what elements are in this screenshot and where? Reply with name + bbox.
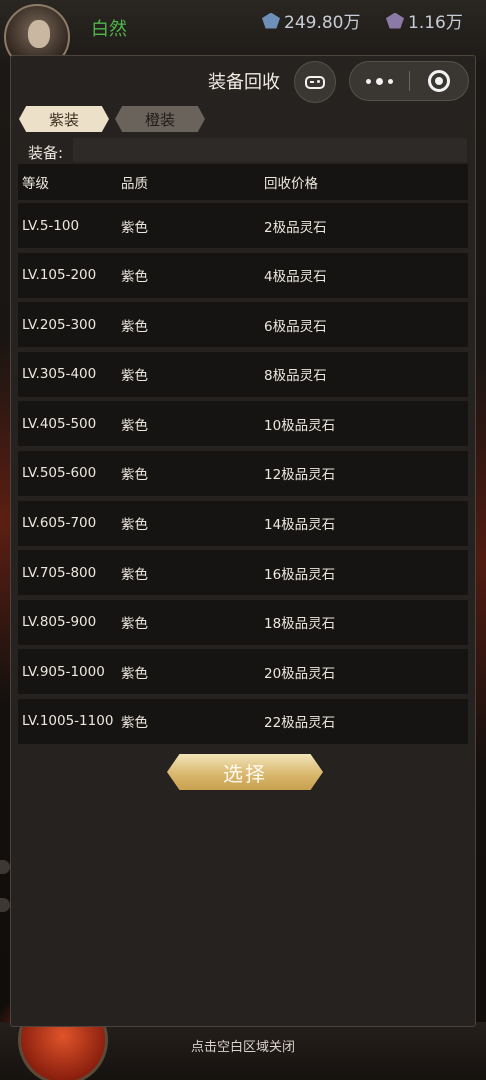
level-cell: LV.305-400: [22, 366, 97, 383]
table-row: LV.1005-1100 紫色 22极品灵石: [18, 698, 468, 744]
quality-cell: 紫色: [121, 219, 148, 236]
table-row: LV.305-400 紫色 8极品灵石: [18, 351, 468, 397]
purple-gem-icon: [386, 12, 404, 29]
column-header-price: 回收价格: [264, 176, 318, 192]
avatar-face: [28, 20, 50, 48]
price-cell: 6极品灵石: [264, 318, 327, 335]
quality-cell: 紫色: [121, 566, 148, 583]
column-header-level: 等级: [22, 176, 49, 192]
table-row: LV.805-900 紫色 18极品灵石: [18, 599, 468, 645]
level-cell: LV.105-200: [22, 267, 97, 284]
equipment-recycle-panel: 装备回收 紫装 橙装 装备: 等级 品质 回收价格 LV.5-100 紫色 2极品灵…: [10, 55, 476, 1027]
table-row: LV.405-500 紫色 10极品灵石: [18, 401, 468, 447]
quality-cell: 紫色: [121, 715, 148, 732]
quality-cell: 紫色: [121, 616, 148, 633]
tab-orange-equipment[interactable]: 橙装: [115, 106, 205, 132]
price-cell: 2极品灵石: [264, 219, 327, 236]
select-button[interactable]: 选择: [167, 754, 323, 790]
level-cell: LV.705-800: [22, 564, 97, 581]
gamepad-icon: [305, 75, 325, 89]
game-center-button[interactable]: [294, 61, 336, 103]
quality-cell: 紫色: [121, 318, 148, 335]
resource-value: 1.16万: [408, 13, 463, 33]
level-cell: LV.205-300: [22, 316, 97, 333]
blue-gem-icon: [262, 12, 280, 29]
quality-cell: 紫色: [121, 368, 148, 385]
tab-purple-equipment[interactable]: 紫装: [19, 106, 109, 132]
target-close-icon: [427, 70, 450, 92]
level-cell: LV.905-1000: [22, 663, 105, 680]
resource-blue-gem: 249.80万: [262, 8, 360, 33]
level-cell: LV.405-500: [22, 415, 97, 432]
quality-cell: 紫色: [121, 665, 148, 682]
price-cell: 4极品灵石: [264, 269, 327, 286]
table-row: LV.205-300 紫色 6极品灵石: [18, 302, 468, 348]
table-row: LV.605-700 紫色 14极品灵石: [18, 500, 468, 546]
table-row: LV.705-800 紫色 16极品灵石: [18, 550, 468, 596]
price-cell: 8极品灵石: [264, 368, 327, 385]
miniprogram-capsule: [349, 61, 469, 101]
quality-cell: 紫色: [121, 517, 148, 534]
price-cell: 18极品灵石: [264, 616, 336, 633]
table-row: LV.905-1000 紫色 20极品灵石: [18, 649, 468, 695]
dot-icon: [376, 77, 383, 85]
resource-value: 249.80万: [284, 13, 361, 33]
table-header: 等级 品质 回收价格: [18, 164, 468, 200]
dot-icon: [366, 78, 371, 84]
price-cell: 20极品灵石: [264, 665, 336, 682]
level-cell: LV.1005-1100: [22, 713, 114, 730]
level-cell: LV.5-100: [22, 217, 80, 234]
price-cell: 16极品灵石: [264, 566, 336, 583]
equipment-label: 装备:: [28, 144, 64, 162]
quality-cell: 紫色: [121, 417, 148, 434]
more-menu-button[interactable]: [350, 62, 409, 100]
table-row: LV.5-100 紫色 2极品灵石: [18, 203, 468, 248]
exit-miniprogram-button[interactable]: [410, 62, 468, 100]
price-cell: 22极品灵石: [264, 715, 336, 732]
resource-purple-gem: 1.16万: [386, 8, 463, 33]
table-row: LV.105-200 紫色 4极品灵石: [18, 252, 468, 298]
price-cell: 10极品灵石: [264, 417, 336, 434]
player-name: 白然: [91, 19, 127, 40]
quality-cell: 紫色: [121, 269, 148, 286]
player-header: 白然 249.80万 1.16万: [0, 0, 486, 70]
level-cell: LV.605-700: [22, 515, 97, 532]
close-hint[interactable]: 点击空白区域关闭: [0, 1036, 486, 1055]
level-cell: LV.805-900: [22, 614, 97, 631]
dot-icon: [388, 78, 393, 84]
table-row: LV.505-600 紫色 12极品灵石: [18, 450, 468, 496]
recycle-table: 等级 品质 回收价格 LV.5-100 紫色 2极品灵石 LV.105-200 紫色 4极…: [18, 164, 468, 749]
column-header-quality: 品质: [121, 176, 148, 192]
level-cell: LV.505-600: [22, 465, 97, 482]
price-cell: 12极品灵石: [264, 467, 336, 484]
equipment-slot-bar: [73, 138, 467, 162]
price-cell: 14极品灵石: [264, 517, 336, 534]
quality-cell: 紫色: [121, 467, 148, 484]
